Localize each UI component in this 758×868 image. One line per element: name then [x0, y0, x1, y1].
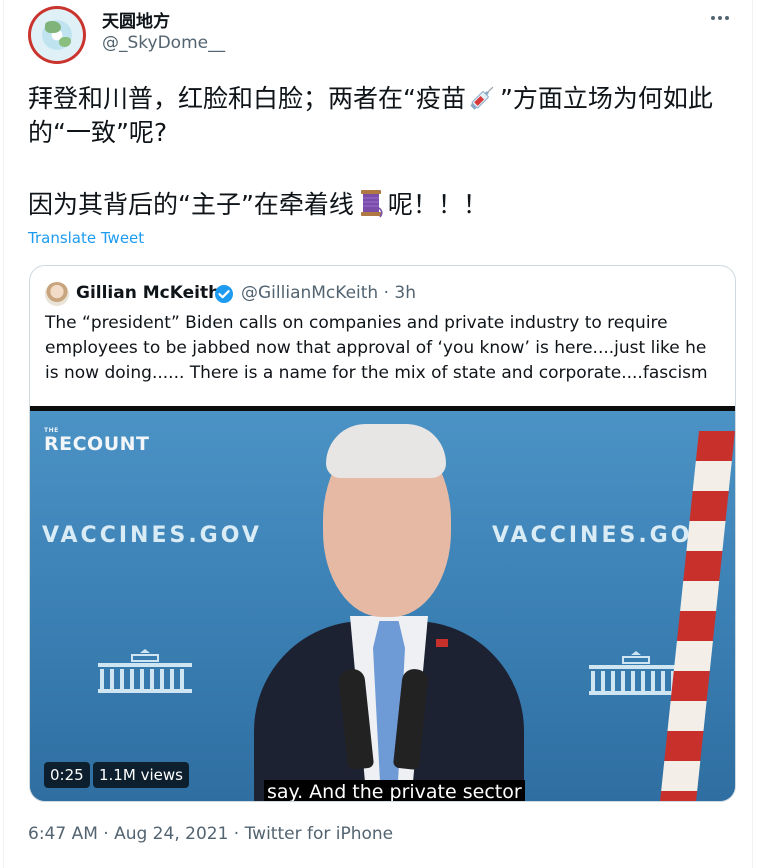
author-display-name[interactable]: 天圆地方 — [102, 7, 170, 32]
video-caption: say. And the private sector — [264, 780, 525, 801]
video-player[interactable]: THE RECOUNT VACCINES.GOV VACCINES.GOV 0:… — [30, 406, 735, 801]
quoted-display-name[interactable]: Gillian McKeith — [76, 283, 220, 303]
white-house-logo-left — [98, 649, 192, 693]
quoted-avatar[interactable] — [45, 282, 69, 306]
quoted-tweet[interactable]: Gillian McKeith @GillianMcKeith · 3h The… — [29, 265, 736, 802]
quoted-handle-time[interactable]: @GillianMcKeith · 3h — [241, 283, 416, 303]
video-duration-badge: 0:25 — [44, 762, 90, 788]
thread-spool-emoji-icon — [360, 190, 383, 218]
flag-pin — [436, 639, 448, 647]
video-views-badge: 1.1M views — [93, 762, 189, 788]
tweet-text-second-paragraph: 因为其背后的“主子”在牵着线 呢！！！ — [28, 188, 738, 222]
syringe-emoji-icon — [470, 86, 494, 110]
tweet-text: 拜登和川普，红脸和白脸；两者在“疫苗 ”方面立场为何如此的“一致”呢? — [28, 82, 738, 150]
white-house-logo-right — [589, 651, 683, 695]
avatar[interactable] — [28, 6, 86, 64]
backdrop-text-right: VACCINES.GOV — [492, 523, 712, 548]
tweet-card: 天圆地方 @_SkyDome__ 拜登和川普，红脸和白脸；两者在“疫苗 ”方面立… — [3, 0, 753, 868]
tweet-text2-part1: 因为其背后的“主子”在牵着线 — [28, 190, 354, 219]
avatar-globe-image — [31, 9, 83, 61]
quoted-text: The “president” Biden calls on companies… — [45, 313, 708, 383]
verified-badge-icon — [215, 285, 233, 303]
tweet-timestamp[interactable]: 6:47 AM · Aug 24, 2021 · Twitter for iPh… — [28, 824, 393, 844]
translate-tweet-link[interactable]: Translate Tweet — [28, 229, 144, 247]
speaker-hair — [326, 424, 446, 478]
more-options-icon[interactable] — [708, 9, 732, 27]
tweet-text-part1: 拜登和川普，红脸和白脸；两者在“疫苗 — [28, 84, 466, 113]
author-handle[interactable]: @_SkyDome__ — [102, 33, 225, 53]
backdrop-text-left: VACCINES.GOV — [42, 523, 262, 548]
video-brand-logo: RECOUNT — [44, 433, 150, 455]
tweet-text2-part2: 呢！！！ — [387, 190, 488, 219]
